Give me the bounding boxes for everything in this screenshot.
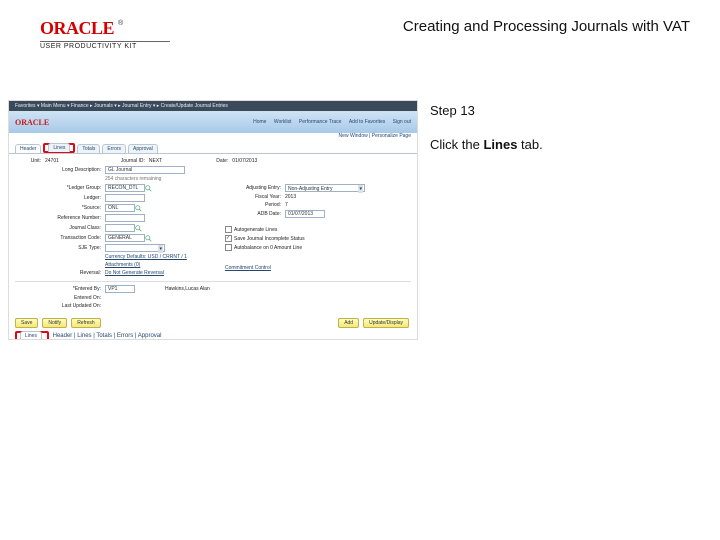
- refno-field[interactable]: [105, 214, 145, 222]
- save-button[interactable]: Save: [15, 318, 38, 328]
- saveincomplete-label: Save Journal Incomplete Status: [234, 236, 305, 242]
- bottom-tab-strip: Lines Header | Lines | Totals | Errors |…: [9, 331, 417, 340]
- lookup-icon[interactable]: [135, 225, 142, 232]
- source-field[interactable]: ONL: [105, 204, 135, 212]
- sjetype-label: SJE Type:: [15, 245, 105, 251]
- date-value: 01/07/2013: [232, 158, 257, 164]
- tab-totals[interactable]: Totals: [77, 144, 100, 153]
- tab-header[interactable]: Header: [15, 144, 41, 153]
- period-label: Period:: [225, 202, 285, 208]
- journalid-label: Journal ID:: [59, 158, 149, 164]
- link-worklist[interactable]: Worklist: [274, 119, 292, 125]
- bottom-tab-lines[interactable]: Lines: [20, 331, 42, 340]
- breadcrumb: Favorites ▾ Main Menu ▾ Finance ▸ Journa…: [9, 101, 417, 111]
- footer-tab-links: Header | Lines | Totals | Errors | Appro…: [53, 333, 162, 339]
- saveincomplete-checkbox[interactable]: [225, 235, 232, 242]
- enteredby-name: Hawkins,Lucas Alan: [165, 286, 210, 292]
- link-perftrace[interactable]: Performance Trace: [299, 119, 342, 125]
- fiscalyear-value: 2013: [285, 194, 296, 200]
- oracle-logotype: ORACLE: [40, 18, 114, 39]
- currency-defaults-link[interactable]: Currency Defaults: USD / CRRNT / 1: [105, 254, 187, 260]
- ledger-label: Ledger:: [15, 195, 105, 201]
- journalid-value: NEXT: [149, 158, 162, 164]
- reversal-label: Reversal:: [15, 270, 105, 276]
- autogen-label: Autogenerate Lines: [234, 227, 277, 233]
- document-title: Creating and Processing Journals with VA…: [170, 18, 700, 35]
- instruction-post: tab.: [517, 137, 542, 152]
- instruction-text: Click the Lines tab.: [430, 134, 698, 156]
- ledgergroup-label: *Ledger Group:: [15, 185, 105, 191]
- chars-remaining: 254 characters remaining: [105, 176, 161, 182]
- commitment-control-link[interactable]: Commitment Control: [225, 265, 271, 271]
- fiscalyear-label: Fiscal Year:: [225, 194, 285, 200]
- enteredby-field[interactable]: VP1: [105, 285, 135, 293]
- sjetype-dropdown[interactable]: [105, 244, 165, 252]
- trademark-symbol: ®: [118, 20, 123, 27]
- lookup-icon[interactable]: [145, 235, 152, 242]
- screenshot-thumbnail: Favorites ▾ Main Menu ▾ Finance ▸ Journa…: [8, 100, 418, 340]
- journal-header-form: Unit: 24701 Journal ID: NEXT Date: 01/07…: [9, 154, 417, 315]
- journalclass-label: Journal Class:: [15, 225, 105, 231]
- action-button-row: Save Notify Refresh Add Update/Display: [9, 315, 417, 331]
- ledger-field[interactable]: [105, 194, 145, 202]
- banner-oracle-logo: ORACLE: [15, 118, 49, 127]
- lookup-icon[interactable]: [135, 205, 142, 212]
- longdesc-field[interactable]: GL Journal: [105, 166, 185, 174]
- autogen-checkbox[interactable]: [225, 226, 232, 233]
- unit-label: Unit:: [15, 158, 45, 164]
- tab-strip: Header Lines Totals Errors Approval: [9, 142, 417, 154]
- journalclass-field[interactable]: [105, 224, 135, 232]
- longdesc-label: Long Description:: [15, 167, 105, 173]
- reversal-value[interactable]: Do Not Generate Reversal: [105, 270, 164, 276]
- trancode-field[interactable]: GENERAL: [105, 234, 145, 242]
- tab-approval[interactable]: Approval: [128, 144, 158, 153]
- date-label: Date:: [162, 158, 232, 164]
- link-home[interactable]: Home: [253, 119, 266, 125]
- lastupdated-label: Last Updated On:: [15, 303, 105, 309]
- click-highlight-box-bottom: Lines: [15, 331, 49, 340]
- refno-label: Reference Number:: [15, 215, 105, 221]
- notify-button[interactable]: Notify: [42, 318, 67, 328]
- tab-lines[interactable]: Lines: [48, 143, 70, 152]
- unit-value: 24701: [45, 158, 59, 164]
- instruction-panel: Step 13 Click the Lines tab.: [418, 100, 698, 340]
- step-number: Step 13: [430, 100, 698, 122]
- source-label: *Source:: [15, 205, 105, 211]
- instruction-bold: Lines: [483, 137, 517, 152]
- update-display-button[interactable]: Update/Display: [363, 318, 409, 328]
- period-value: 7: [285, 202, 288, 208]
- ledgergroup-field[interactable]: RECON_DTL: [105, 184, 145, 192]
- autobalance-checkbox[interactable]: [225, 244, 232, 251]
- autobalance-label: Autobalance on 0 Amount Line: [234, 245, 302, 251]
- adbdate-field[interactable]: 01/07/2013: [285, 210, 325, 218]
- adjentry-dropdown[interactable]: Non-Adjusting Entry: [285, 184, 365, 192]
- brand-subline: USER PRODUCTIVITY KIT: [40, 41, 170, 50]
- link-favorites[interactable]: Add to Favorites: [349, 119, 385, 125]
- adjentry-label: Adjusting Entry:: [225, 185, 285, 191]
- click-highlight-box: Lines: [43, 143, 75, 153]
- lookup-icon[interactable]: [145, 185, 152, 192]
- app-banner: ORACLE Home Worklist Performance Trace A…: [9, 111, 417, 133]
- enteredon-label: Entered On:: [15, 295, 105, 301]
- brand-block: ORACLE ® USER PRODUCTIVITY KIT: [40, 18, 170, 50]
- adbdate-label: ADB Date:: [225, 211, 285, 217]
- refresh-button[interactable]: Refresh: [71, 318, 101, 328]
- attachments-link[interactable]: Attachments (0): [105, 262, 140, 268]
- tab-errors[interactable]: Errors: [102, 144, 126, 153]
- enteredby-label: *Entered By:: [15, 286, 105, 292]
- window-links: New Window | Personalize Page: [9, 133, 417, 142]
- instruction-pre: Click the: [430, 137, 483, 152]
- banner-links: Home Worklist Performance Trace Add to F…: [247, 119, 411, 125]
- add-button[interactable]: Add: [338, 318, 359, 328]
- trancode-label: Transaction Code:: [15, 235, 105, 241]
- link-signout[interactable]: Sign out: [393, 119, 411, 125]
